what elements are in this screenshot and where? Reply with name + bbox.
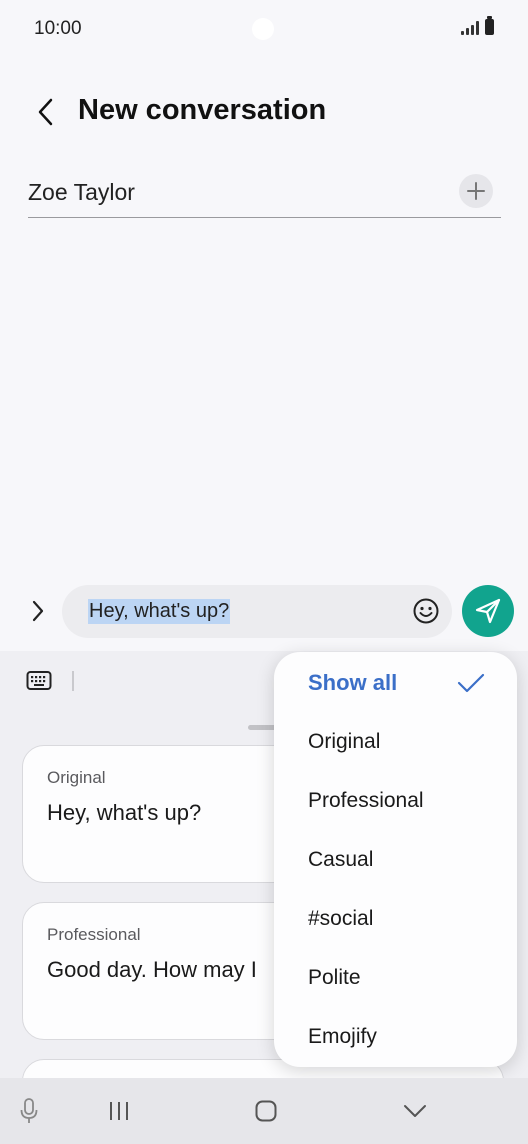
emoji-button[interactable] [412, 597, 440, 625]
recents-button[interactable] [104, 1096, 134, 1126]
home-icon [255, 1100, 277, 1122]
add-recipient-button[interactable] [459, 174, 493, 208]
menu-item-casual[interactable]: Casual [308, 848, 373, 872]
back-button[interactable] [28, 92, 64, 132]
checkmark-icon [457, 673, 485, 693]
camera-cutout [252, 18, 274, 40]
voice-input-button[interactable] [16, 1096, 42, 1126]
menu-item-show-all[interactable]: Show all [308, 670, 397, 696]
send-icon [475, 598, 501, 624]
signal-icon [461, 19, 479, 35]
emoji-icon [413, 598, 439, 624]
menu-item-professional[interactable]: Professional [308, 789, 424, 813]
message-text-selected[interactable]: Hey, what's up? [88, 599, 231, 624]
menu-item-original[interactable]: Original [308, 730, 380, 754]
suggestion-text: Good day. How may I [47, 957, 257, 982]
status-time: 10:00 [34, 18, 82, 39]
system-nav-bar [0, 1078, 528, 1144]
recipient-field[interactable]: Zoe Taylor [28, 170, 501, 218]
keyboard-icon [26, 671, 52, 690]
back-arrow-icon [38, 98, 53, 126]
microphone-icon [20, 1098, 38, 1123]
menu-item-polite[interactable]: Polite [308, 966, 361, 990]
message-input[interactable]: Hey, what's up? [62, 585, 452, 638]
home-button[interactable] [252, 1096, 280, 1126]
send-button[interactable] [462, 585, 514, 637]
status-bar: 10:00 [0, 0, 528, 58]
keyboard-button[interactable] [26, 670, 52, 692]
recents-icon [110, 1102, 128, 1120]
recipient-name: Zoe Taylor [28, 179, 135, 205]
chevron-right-icon [32, 600, 44, 622]
hide-keyboard-button[interactable] [400, 1096, 430, 1126]
menu-item-social[interactable]: #social [308, 907, 373, 931]
plus-icon [467, 182, 485, 200]
suggestion-text: Hey, what's up? [47, 800, 202, 825]
expand-options-button[interactable] [24, 594, 52, 628]
menu-item-emojify[interactable]: Emojify [308, 1025, 377, 1049]
message-composer: Hey, what's up? [0, 580, 528, 650]
tone-dropdown-menu: Show all Original Professional Casual #s… [274, 652, 517, 1067]
suggestion-label: Professional [47, 925, 141, 944]
suggestion-label: Original [47, 768, 106, 787]
toolbar-divider [72, 671, 74, 691]
app-header: New conversation [0, 80, 528, 144]
page-title: New conversation [78, 94, 327, 126]
battery-icon [485, 16, 494, 35]
hide-keyboard-icon [404, 1105, 426, 1117]
status-icons [461, 16, 494, 35]
